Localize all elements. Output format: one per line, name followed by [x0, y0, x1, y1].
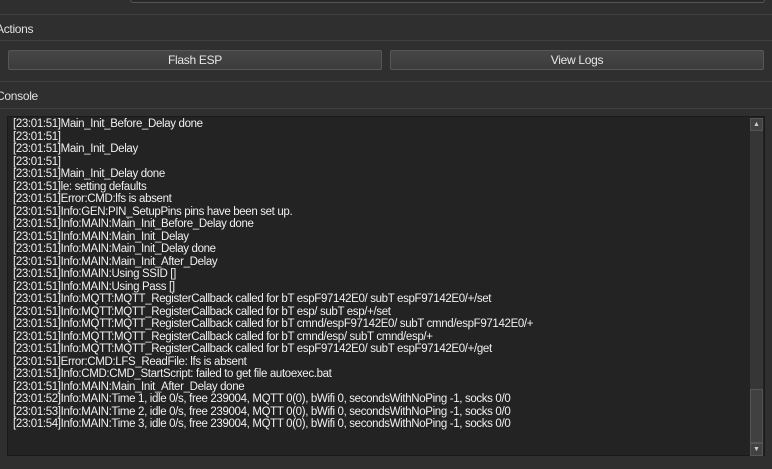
console-line: [23:01:51]Info:GEN:PIN_SetupPins pins ha… — [13, 205, 293, 218]
console-line: [23:01:51]Info:MAIN:Using Pass [] — [13, 280, 175, 293]
divider — [0, 14, 772, 15]
console-lines: [23:01:51]Main_Init_Before_Delay done [23… — [13, 118, 748, 431]
actions-section-label: Actions — [0, 22, 34, 36]
console-line: [23:01:51]Main_Init_Delay done — [13, 168, 165, 180]
top-input-field[interactable] — [130, 0, 765, 3]
console-line: [23:01:51]Info:MAIN:Main_Init_After_Dela… — [13, 255, 218, 268]
console-line: [23:01:51]Info:MAIN:Using SSID [] — [13, 268, 176, 280]
console-line: [23:01:54]Info:MAIN:Time 3, idle 0/s, fr… — [13, 418, 511, 430]
divider — [0, 81, 772, 82]
view-logs-button[interactable]: View Logs — [390, 50, 764, 70]
console-line: [23:01:51]Info:MQTT:MQTT_RegisterCallbac… — [13, 343, 492, 355]
divider — [0, 108, 772, 109]
console-line: [23:01:51] — [13, 155, 61, 168]
console-line: [23:01:51]Error:CMD:lfs is absent — [13, 193, 172, 205]
scroll-up-icon[interactable]: ▲ — [750, 118, 763, 131]
console-line: [23:01:53]Info:MAIN:Time 2, idle 0/s, fr… — [13, 405, 511, 418]
console-line: [23:01:51]Info:MQTT:MQTT_RegisterCallbac… — [13, 305, 391, 318]
console-line: [23:01:51]Error:CMD:LFS_ReadFile: lfs is… — [13, 355, 247, 368]
console-line: [23:01:51]Info:MAIN:Main_Init_After_Dela… — [13, 380, 245, 393]
console-section-label: Console — [0, 89, 38, 103]
console-output[interactable]: [23:01:51]Main_Init_Before_Delay done [23… — [7, 116, 765, 456]
console-line: [23:01:51]Info:MQTT:MQTT_RegisterCallbac… — [13, 330, 433, 343]
divider — [0, 40, 772, 41]
console-line: [23:01:51]le: setting defaults — [13, 180, 147, 193]
console-line: [23:01:51]Main_Init_Before_Delay done — [13, 118, 203, 130]
console-line: [23:01:51]Info:MAIN:Main_Init_Delay done — [13, 243, 216, 255]
console-line: [23:01:51]Info:MAIN:Main_Init_Before_Del… — [13, 218, 254, 230]
console-scrollbar[interactable]: ▲ ▼ — [750, 118, 763, 456]
console-line: [23:01:51]Info:CMD:CMD_StartScript: fail… — [13, 368, 332, 380]
console-line: [23:01:51]Main_Init_Delay — [13, 143, 138, 155]
scrollbar-thumb[interactable] — [750, 389, 763, 443]
console-line: [23:01:51] — [13, 130, 61, 143]
console-line: [23:01:51]Info:MQTT:MQTT_RegisterCallbac… — [13, 318, 534, 330]
console-line: [23:01:51]Info:MQTT:MQTT_RegisterCallbac… — [13, 293, 492, 305]
console-line: [23:01:52]Info:MAIN:Time 1, idle 0/s, fr… — [13, 393, 511, 405]
console-line: [23:01:51]Info:MAIN:Main_Init_Delay — [13, 230, 189, 243]
flash-esp-button[interactable]: Flash ESP — [8, 50, 382, 70]
scroll-down-icon[interactable]: ▼ — [750, 443, 763, 456]
